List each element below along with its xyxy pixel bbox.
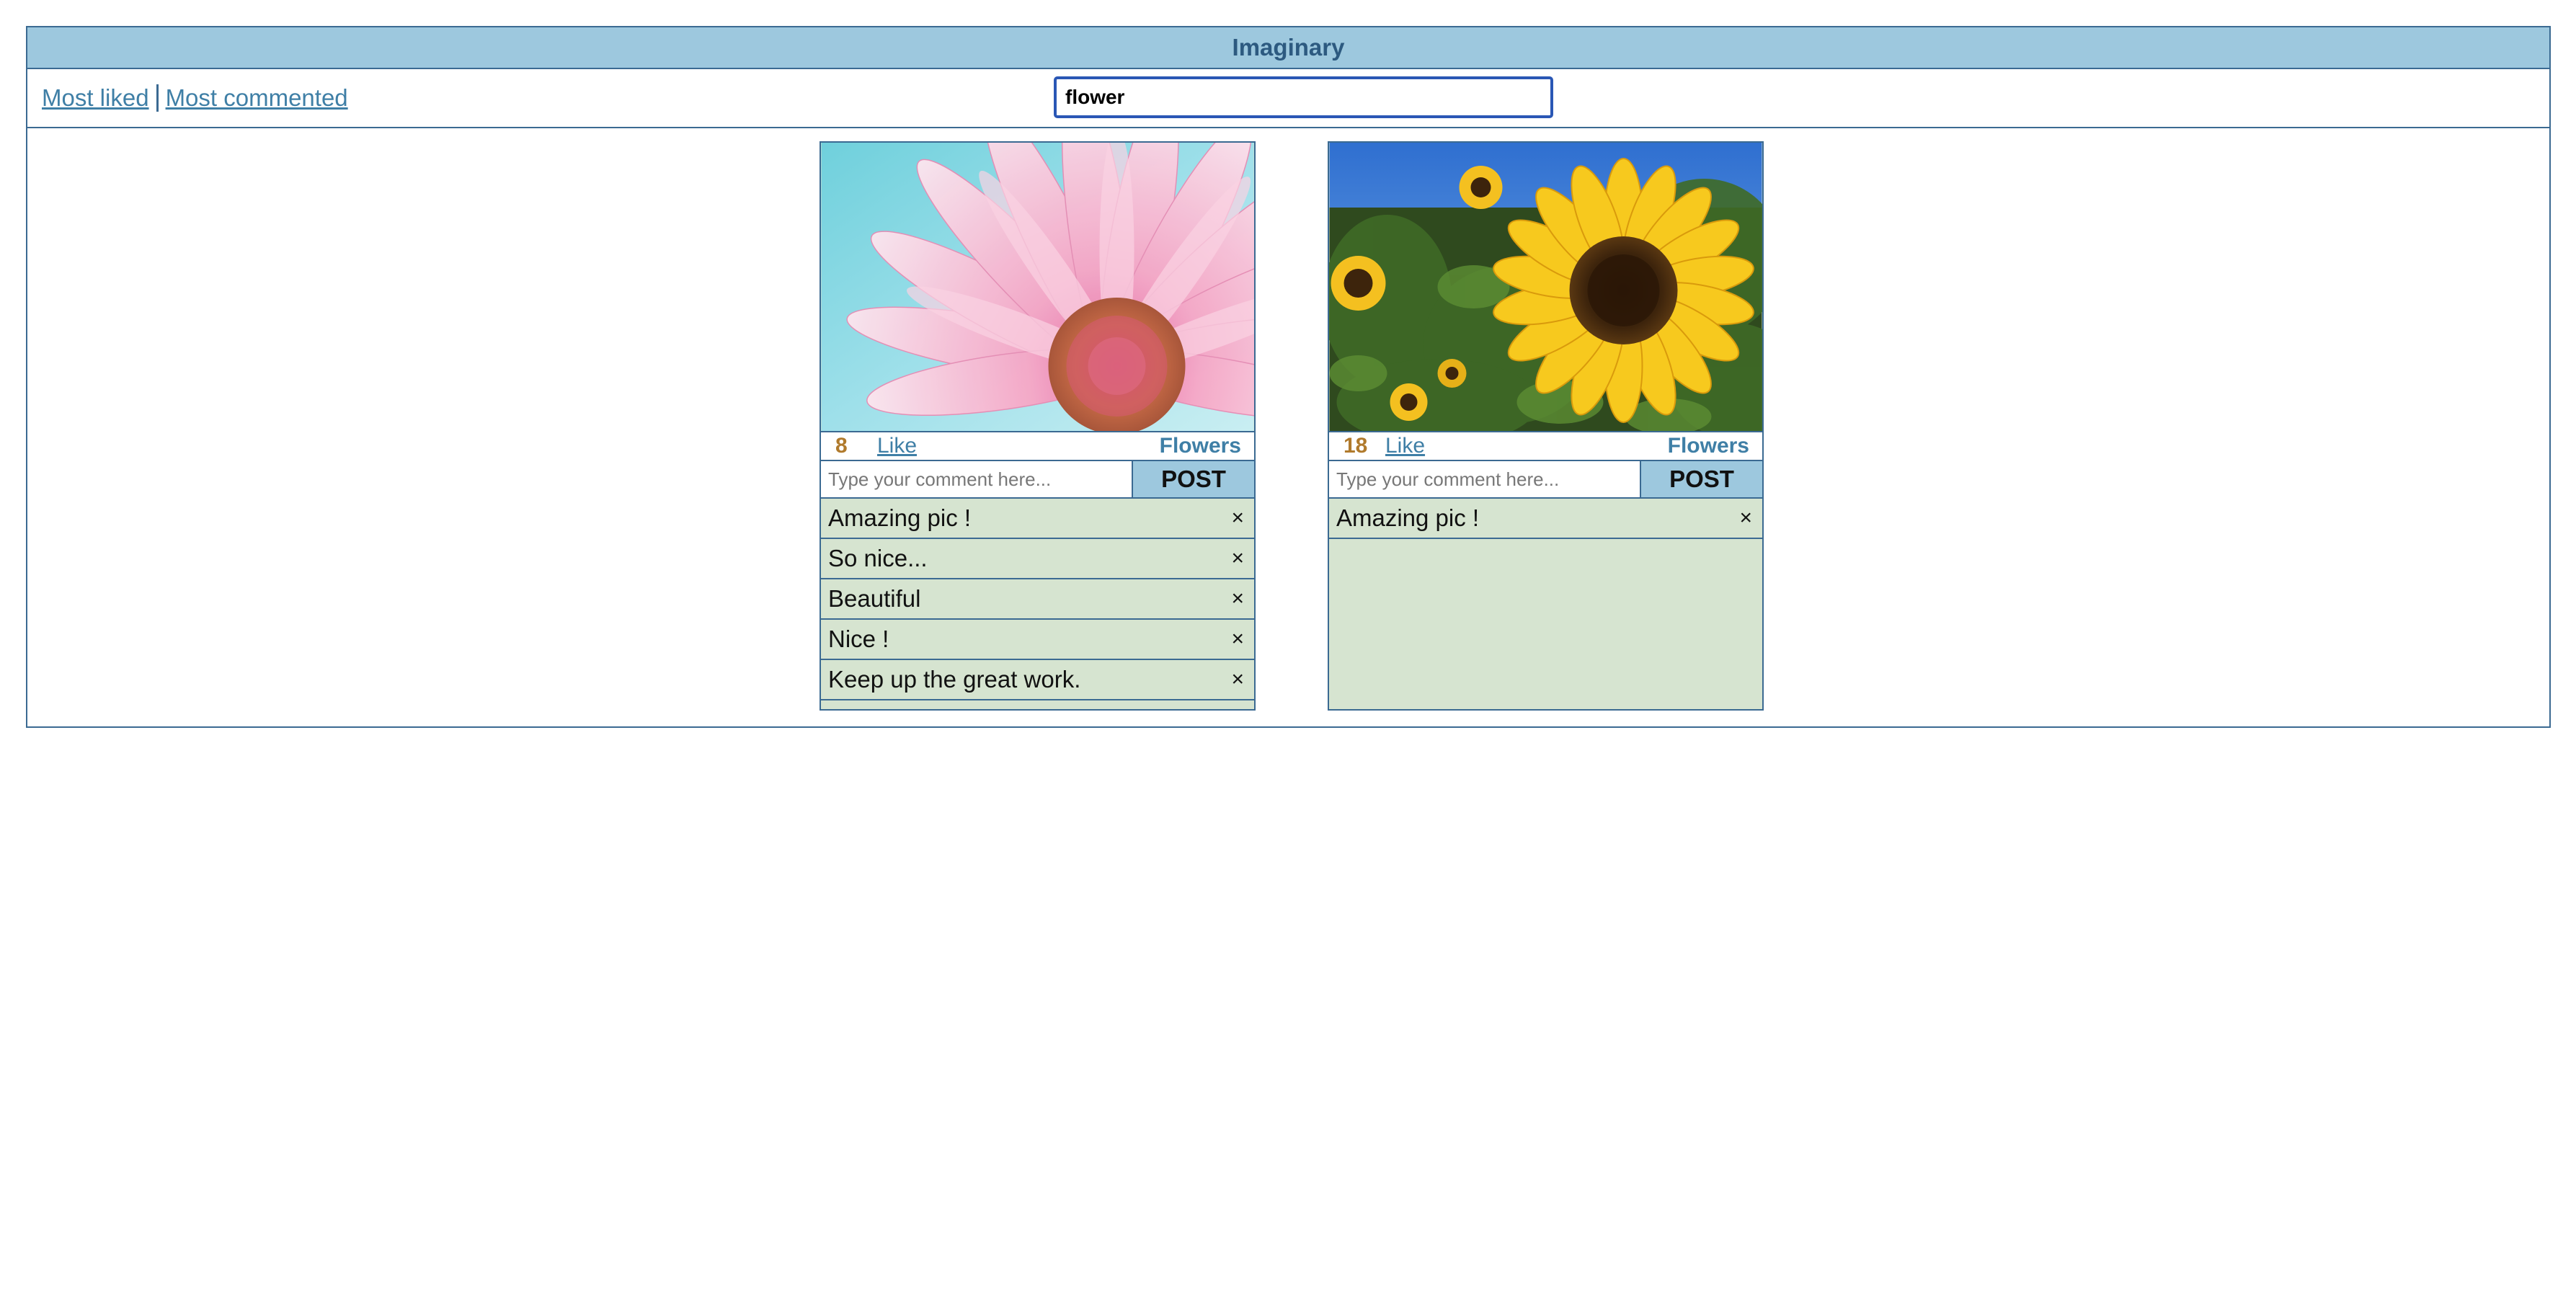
most-commented-link[interactable]: Most commented xyxy=(166,84,348,112)
comment-item: Nice ! × xyxy=(821,620,1254,660)
post-meta: 18 Like Flowers xyxy=(1329,432,1762,461)
post-card: 18 Like Flowers POST Amazing pic ! × xyxy=(1328,141,1764,711)
sort-links: Most liked Most commented xyxy=(42,69,348,127)
comment-form: POST xyxy=(1329,461,1762,499)
post-meta: 8 Like Flowers xyxy=(821,432,1254,461)
like-button[interactable]: Like xyxy=(877,434,917,458)
comment-text: Amazing pic ! xyxy=(1336,504,1480,531)
comment-item: So nice... × xyxy=(821,539,1254,579)
pink-daisy-photo xyxy=(821,143,1254,432)
like-count: 18 xyxy=(1343,434,1368,458)
app-header: Imaginary xyxy=(27,27,2549,69)
comment-item: Beautiful × xyxy=(821,579,1254,620)
post-comment-button[interactable]: POST xyxy=(1133,461,1254,497)
delete-comment-icon[interactable]: × xyxy=(1227,667,1248,692)
post-card: 8 Like Flowers POST Amazing pic ! × So n… xyxy=(820,141,1256,711)
delete-comment-icon[interactable]: × xyxy=(1227,546,1248,571)
delete-comment-icon[interactable]: × xyxy=(1227,587,1248,611)
category-label[interactable]: Flowers xyxy=(1160,434,1241,458)
comment-item: Keep up the great work. × xyxy=(821,660,1254,700)
link-separator xyxy=(156,84,159,112)
most-liked-link[interactable]: Most liked xyxy=(42,84,149,112)
delete-comment-icon[interactable]: × xyxy=(1735,506,1756,530)
comment-input[interactable] xyxy=(1329,461,1641,497)
comment-input[interactable] xyxy=(821,461,1133,497)
comment-item: Amazing pic ! × xyxy=(821,499,1254,539)
category-label[interactable]: Flowers xyxy=(1668,434,1749,458)
comment-form: POST xyxy=(821,461,1254,499)
post-grid: 8 Like Flowers POST Amazing pic ! × So n… xyxy=(27,128,2549,726)
toolbar: Most liked Most commented xyxy=(27,69,2549,128)
app-title: Imaginary xyxy=(1232,34,1345,61)
delete-comment-icon[interactable]: × xyxy=(1227,627,1248,651)
delete-comment-icon[interactable]: × xyxy=(1227,506,1248,530)
sunflower-photo xyxy=(1329,143,1762,432)
comment-item: Amazing pic ! × xyxy=(1329,499,1762,539)
comment-text: Keep up the great work. xyxy=(828,666,1081,693)
like-count: 8 xyxy=(835,434,848,458)
search-input[interactable] xyxy=(1054,76,1553,118)
post-comment-button[interactable]: POST xyxy=(1641,461,1762,497)
comment-text: Amazing pic ! xyxy=(828,504,972,531)
comment-text: Beautiful xyxy=(828,585,921,612)
comment-text: So nice... xyxy=(828,545,928,571)
app-container: Imaginary Most liked Most commented flow… xyxy=(26,26,2551,728)
like-button[interactable]: Like xyxy=(1385,434,1425,458)
comment-text: Nice ! xyxy=(828,626,889,652)
